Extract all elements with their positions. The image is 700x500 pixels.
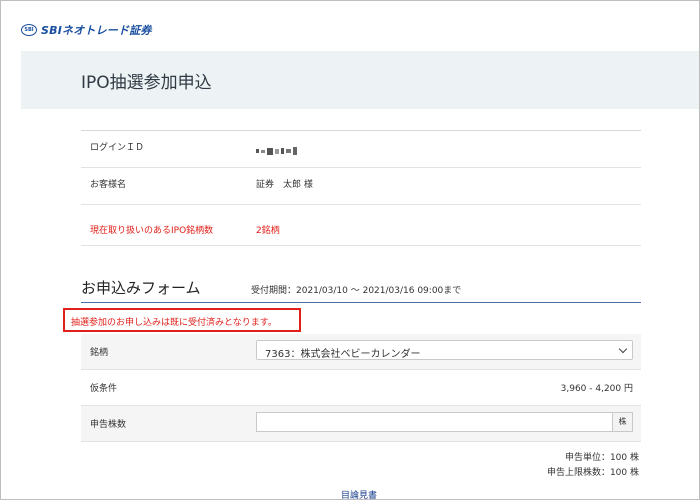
login-id-label: ログインＩＤ [90, 143, 145, 153]
already-applied-alert: 抽選参加のお申し込みは既に受付済みとなります。 [63, 308, 301, 332]
account-info-table: ログインＩＤ お客様名 証券 太郎 様 現在取り扱いのあるIPO銘柄数 2銘柄 [81, 130, 641, 246]
stock-selected-value: 7363：株式会社ベビーカレンダー [265, 349, 421, 360]
page-header: IPO抽選参加申込 [21, 51, 699, 109]
tentative-condition-label: 仮条件 [90, 384, 118, 394]
heading-divider [81, 302, 641, 303]
ipo-count-row: 現在取り扱いのあるIPO銘柄数 2銘柄 [81, 204, 641, 246]
alert-message: 抽選参加のお申し込みは既に受付済みとなります。 [71, 318, 277, 328]
customer-name-row: お客様名 証券 太郎 様 [81, 167, 641, 204]
prospectus-link[interactable]: 目論見書 [341, 488, 377, 499]
page-title: IPO抽選参加申込 [81, 73, 212, 93]
stock-row: 銘柄 7363：株式会社ベビーカレンダー [81, 334, 641, 370]
quantity-input[interactable] [256, 412, 612, 432]
sbi-logo-text: SBIネオトレード証券 [41, 24, 152, 37]
stock-select[interactable]: 7363：株式会社ベビーカレンダー [256, 340, 633, 360]
application-period: 受付期間：2021/03/10 ～ 2021/03/16 09:00まで [251, 286, 462, 296]
quantity-unit: 株 [612, 412, 633, 432]
tentative-condition-value: 3,960 - 4,200 円 [560, 384, 633, 394]
quantity-label: 申告株数 [90, 420, 127, 430]
stock-label: 銘柄 [90, 348, 109, 358]
customer-name-label: お客様名 [90, 180, 127, 190]
sbi-logo-mark-icon: SBI [21, 24, 37, 36]
quantity-row: 申告株数 株 [81, 406, 641, 442]
customer-name-value: 証券 太郎 様 [256, 180, 313, 190]
login-id-row: ログインＩＤ [81, 130, 641, 167]
limit-note: 申告上限株数：100 株 [546, 468, 639, 478]
ipo-count-value: 2銘柄 [256, 226, 280, 236]
chevron-down-icon [618, 344, 628, 354]
sbi-logo: SBI SBIネオトレード証券 [21, 23, 152, 37]
page-frame: SBI SBIネオトレード証券 IPO抽選参加申込 ログインＩＤ お客様名 証券… [0, 0, 700, 500]
unit-note: 申告単位：100 株 [564, 453, 639, 463]
login-id-masked-value [256, 147, 297, 155]
application-form-heading: お申込みフォーム [81, 279, 201, 297]
application-form: 銘柄 7363：株式会社ベビーカレンダー 仮条件 3,960 - 4,200 円… [81, 334, 641, 442]
tentative-condition-row: 仮条件 3,960 - 4,200 円 [81, 370, 641, 406]
ipo-count-label: 現在取り扱いのあるIPO銘柄数 [90, 226, 214, 236]
